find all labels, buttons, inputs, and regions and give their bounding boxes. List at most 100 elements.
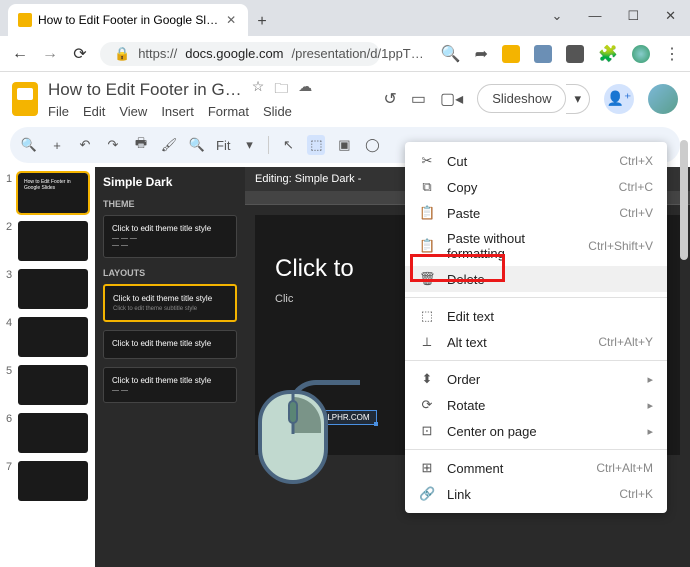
menu-format[interactable]: Format <box>208 104 249 119</box>
account-avatar[interactable] <box>648 84 678 114</box>
theme-name: Simple Dark <box>103 175 237 189</box>
thumb-num: 4 <box>6 317 14 329</box>
undo-icon[interactable]: ↶ <box>76 137 94 153</box>
zoom-dropdown-icon[interactable]: ▾ <box>240 137 258 153</box>
ctx-edit-text[interactable]: ⬚Edit text <box>405 303 667 329</box>
url-path: /presentation/d/1ppT… <box>292 46 424 61</box>
edit-text-icon: ⬚ <box>419 308 435 324</box>
order-icon: ⬍ <box>419 371 435 387</box>
slide-thumb-1[interactable]: How to Edit Footer in Google Slides <box>18 173 88 213</box>
active-tab[interactable]: How to Edit Footer in Google Sl… ✕ <box>8 4 248 36</box>
theme-card[interactable]: Click to edit theme title style— — —— — <box>103 215 237 258</box>
ctx-center[interactable]: ⊡Center on page▸ <box>405 418 667 444</box>
maximize-icon[interactable]: ☐ <box>627 8 639 24</box>
close-tab-icon[interactable]: ✕ <box>224 13 238 27</box>
new-slide-icon[interactable]: + <box>48 138 66 153</box>
back-icon[interactable]: ← <box>10 45 30 63</box>
slideshow-button[interactable]: Slideshow <box>477 84 566 113</box>
thumb-num: 7 <box>6 461 14 473</box>
chevron-down-icon[interactable]: ⌄ <box>552 8 563 24</box>
extension-1-icon[interactable] <box>502 45 520 63</box>
rotate-icon: ⟳ <box>419 397 435 413</box>
slides-header: How to Edit Footer in G… ☆ 🗀 ☁ File Edit… <box>0 72 690 123</box>
ctx-cut[interactable]: ✂CutCtrl+X <box>405 148 667 174</box>
selected-textbox[interactable]: ALPHR.COM <box>315 410 377 425</box>
comments-icon[interactable]: ▭ <box>411 89 426 109</box>
layout-card[interactable]: Click to edit theme title style <box>103 330 237 359</box>
menu-file[interactable]: File <box>48 104 69 119</box>
layouts-section-label: LAYOUTS <box>103 268 237 278</box>
extension-2-icon[interactable] <box>534 45 552 63</box>
slideshow-dropdown[interactable]: ▾ <box>566 84 590 114</box>
slides-logo-icon[interactable] <box>12 82 38 116</box>
slide-thumb-3[interactable] <box>18 269 88 309</box>
move-icon[interactable]: 🗀 <box>274 78 288 102</box>
ctx-copy[interactable]: ⧉CopyCtrl+C <box>405 174 667 200</box>
minimize-icon[interactable]: — <box>588 8 601 24</box>
extension-3-icon[interactable] <box>566 45 584 63</box>
shape-tool-icon[interactable]: ◯ <box>363 137 381 153</box>
zoom-icon[interactable]: 🔍 <box>188 137 206 153</box>
address-bar: ← → ⟳ 🔒 https://docs.google.com/presenta… <box>0 36 690 72</box>
menu-dots-icon[interactable]: ⋮ <box>664 44 680 64</box>
profile-avatar-icon[interactable] <box>632 45 650 63</box>
ctx-delete[interactable]: 🗑Delete <box>405 266 667 292</box>
ctx-paste-nf[interactable]: 📋Paste without formattingCtrl+Shift+V <box>405 226 667 266</box>
menu-slide[interactable]: Slide <box>263 104 292 119</box>
thumb-num: 2 <box>6 221 14 233</box>
thumb-num: 1 <box>6 173 14 185</box>
zoom-level[interactable]: Fit <box>216 138 230 153</box>
textbox-tool-icon[interactable]: ⬚ <box>307 135 325 155</box>
cloud-icon[interactable]: ☁ <box>298 78 312 102</box>
menu-insert[interactable]: Insert <box>161 104 194 119</box>
link-icon: 🔗 <box>419 486 435 502</box>
search-menus-icon[interactable]: 🔍 <box>20 137 38 153</box>
image-tool-icon[interactable]: ▣ <box>335 137 353 153</box>
extensions-icon[interactable]: 🧩 <box>598 44 618 64</box>
menu-edit[interactable]: Edit <box>83 104 105 119</box>
alt-text-icon: ⟂ <box>419 334 435 350</box>
slide-thumb-6[interactable] <box>18 413 88 453</box>
ctx-link[interactable]: 🔗LinkCtrl+K <box>405 481 667 507</box>
share-icon[interactable]: ➦ <box>475 44 488 64</box>
thumb-num: 3 <box>6 269 14 281</box>
close-window-icon[interactable]: ✕ <box>665 8 676 24</box>
center-icon: ⊡ <box>419 423 435 439</box>
slide-thumb-7[interactable] <box>18 461 88 501</box>
menu-view[interactable]: View <box>119 104 147 119</box>
ctx-alt-text[interactable]: ⟂Alt textCtrl+Alt+Y <box>405 329 667 355</box>
select-tool-icon[interactable]: ↖ <box>279 137 297 153</box>
theme-panel: Simple Dark THEME Click to edit theme ti… <box>95 167 245 567</box>
share-button[interactable]: 👤⁺ <box>604 84 634 114</box>
slide-thumb-2[interactable] <box>18 221 88 261</box>
url-prefix: https:// <box>138 46 177 61</box>
lock-icon: 🔒 <box>114 46 130 62</box>
layout-card[interactable]: Click to edit theme title style— — <box>103 367 237 403</box>
url-field[interactable]: 🔒 https://docs.google.com/presentation/d… <box>100 42 380 66</box>
reload-icon[interactable]: ⟳ <box>70 44 90 64</box>
print-icon[interactable]: 🖶 <box>132 134 150 156</box>
slide-thumb-4[interactable] <box>18 317 88 357</box>
paste-icon: 📋 <box>419 205 435 221</box>
doc-title[interactable]: How to Edit Footer in G… <box>48 80 242 100</box>
search-icon[interactable]: 🔍 <box>441 44 461 64</box>
context-menu: ✂CutCtrl+X ⧉CopyCtrl+C 📋PasteCtrl+V 📋Pas… <box>405 142 667 513</box>
redo-icon[interactable]: ↷ <box>104 137 122 153</box>
ctx-rotate[interactable]: ⟳Rotate▸ <box>405 392 667 418</box>
thumbnail-panel: 1 How to Edit Footer in Google Slides 2 3… <box>0 167 95 567</box>
theme-section-label: THEME <box>103 199 237 209</box>
slide-thumb-5[interactable] <box>18 365 88 405</box>
star-icon[interactable]: ☆ <box>252 78 265 102</box>
browser-tab-strip: How to Edit Footer in Google Sl… ✕ + ⌄ —… <box>0 0 690 36</box>
ctx-paste[interactable]: 📋PasteCtrl+V <box>405 200 667 226</box>
paint-format-icon[interactable]: 🖌 <box>160 137 178 153</box>
ctx-comment[interactable]: ⊞CommentCtrl+Alt+M <box>405 455 667 481</box>
layout-card-selected[interactable]: Click to edit theme title styleClick to … <box>103 284 237 322</box>
ctx-order[interactable]: ⬍Order▸ <box>405 366 667 392</box>
forward-icon[interactable]: → <box>40 45 60 63</box>
copy-icon: ⧉ <box>419 179 435 195</box>
video-call-icon[interactable]: ▢◂ <box>440 89 463 109</box>
new-tab-button[interactable]: + <box>248 8 276 36</box>
history-icon[interactable]: ↺ <box>384 89 397 109</box>
vertical-scrollbar[interactable] <box>680 140 688 260</box>
